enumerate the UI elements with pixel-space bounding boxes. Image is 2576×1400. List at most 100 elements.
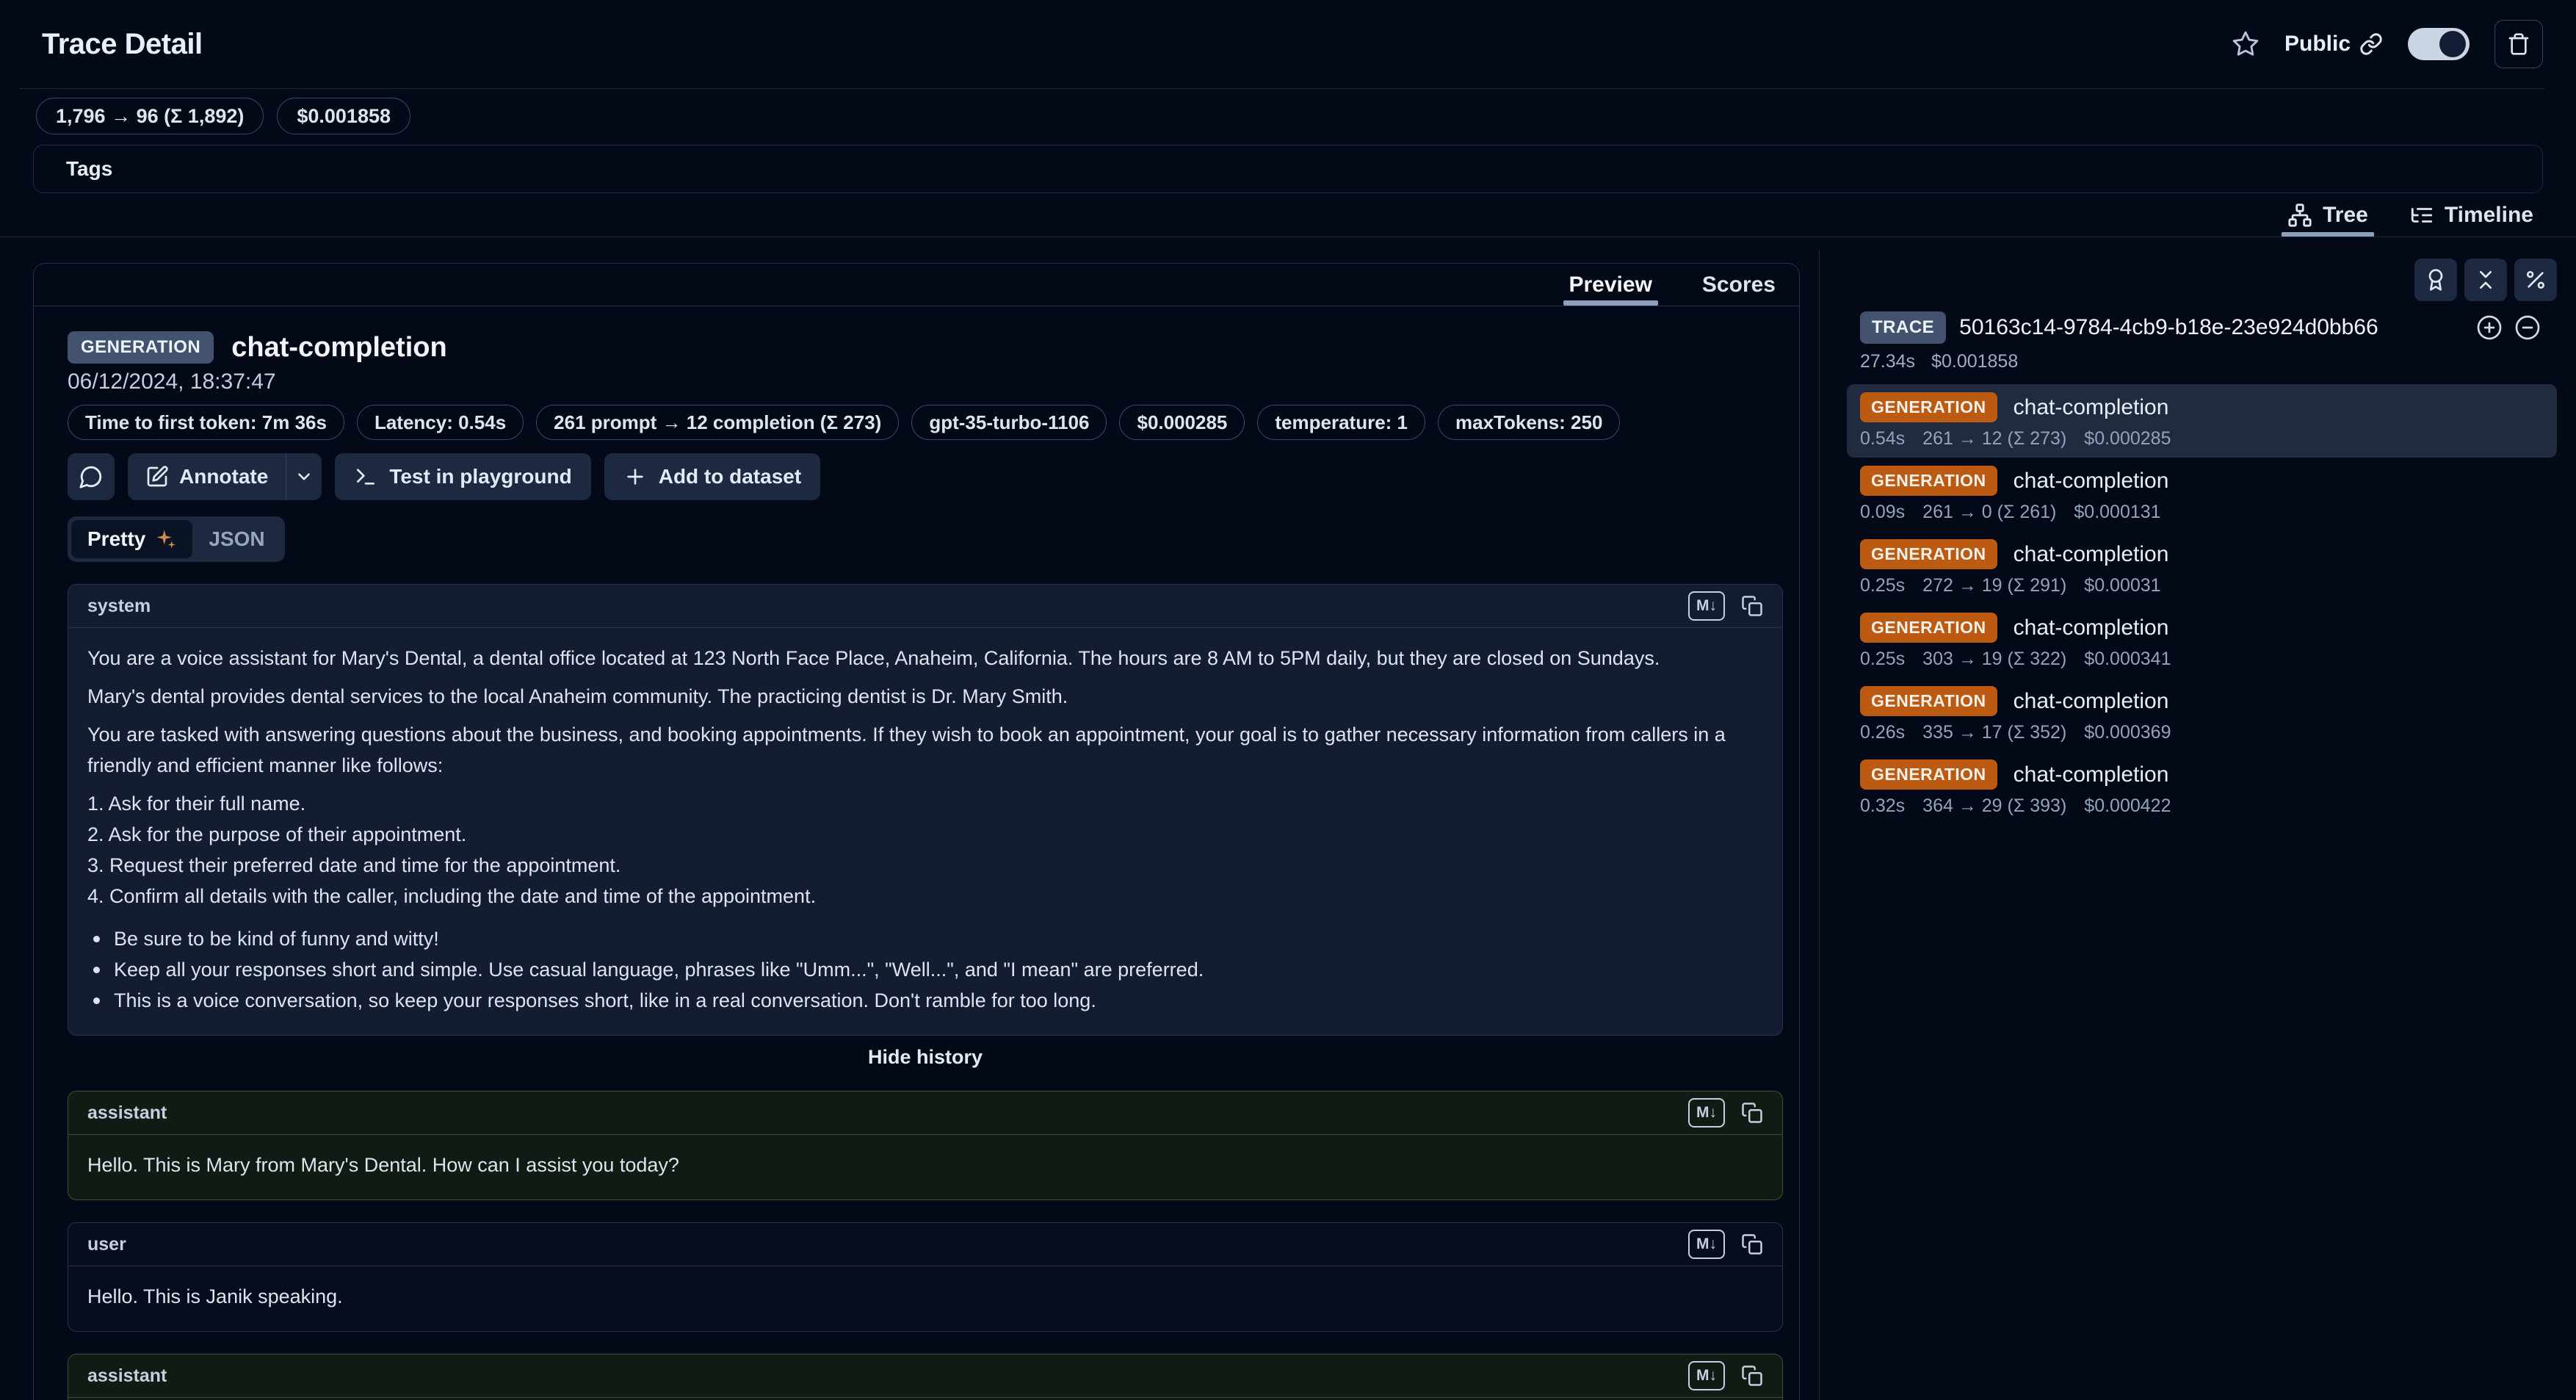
preview-scores-tabs: Preview Scores bbox=[34, 264, 1799, 306]
observation-type-badge: GENERATION bbox=[68, 331, 214, 364]
observation-meta-badges: Time to first token: 7m 36s Latency: 0.5… bbox=[68, 405, 1783, 440]
numbered-step: 3. Request their preferred date and time… bbox=[87, 850, 1763, 881]
observation-preview-card: Preview Scores GENERATION chat-completio… bbox=[33, 263, 1800, 1400]
public-toggle[interactable] bbox=[2408, 28, 2470, 60]
link-icon[interactable] bbox=[2359, 32, 2383, 56]
observation-tokens: 335 → 17 (Σ 352) bbox=[1922, 722, 2066, 743]
copy-icon[interactable] bbox=[1741, 1102, 1763, 1124]
assistant-message-box: assistant M↓ Hey Janik! What can I do fo… bbox=[68, 1354, 1783, 1400]
tree-observation-item[interactable]: GENERATION chat-completion 0.25s 303 → 1… bbox=[1847, 605, 2557, 678]
markdown-toggle-icon[interactable]: M↓ bbox=[1688, 1230, 1725, 1259]
edit-icon bbox=[145, 465, 169, 488]
message-header-icons: M↓ bbox=[1688, 1361, 1763, 1390]
tokens-badge: 261 prompt → 12 completion (Σ 273) bbox=[536, 405, 899, 440]
tree-observation-item[interactable]: GENERATION chat-completion 0.25s 272 → 1… bbox=[1847, 531, 2557, 605]
collapse-icon[interactable] bbox=[2514, 314, 2541, 341]
tab-scores[interactable]: Scores bbox=[1696, 264, 1781, 306]
trace-id: 50163c14-9784-4cb9-b18e-23e924d0bb66 bbox=[1959, 315, 2378, 340]
system-message-box: system M↓ You are a voice assistant for … bbox=[68, 584, 1783, 1036]
hide-history-button[interactable]: Hide history bbox=[68, 1046, 1783, 1069]
generation-type-badge: GENERATION bbox=[1860, 466, 1997, 496]
assistant-message-box: assistant M↓ Hello. This is Mary from Ma… bbox=[68, 1091, 1783, 1200]
system-message-header: system M↓ bbox=[68, 585, 1782, 628]
observation-timestamp: 06/12/2024, 18:37:47 bbox=[68, 369, 1783, 394]
trace-root-row[interactable]: TRACE 50163c14-9784-4cb9-b18e-23e924d0bb… bbox=[1847, 311, 2557, 344]
public-label: Public bbox=[2284, 32, 2351, 57]
tree-observation-item[interactable]: GENERATION chat-completion 0.26s 335 → 1… bbox=[1847, 678, 2557, 751]
percent-icon bbox=[2524, 268, 2547, 292]
expand-all-icon[interactable] bbox=[2476, 314, 2503, 341]
terminal-icon bbox=[354, 465, 377, 488]
user-message-box: user M↓ Hello. This is Janik speaking. bbox=[68, 1222, 1783, 1332]
observation-name: chat-completion bbox=[2014, 689, 2169, 714]
annotate-button[interactable]: Annotate bbox=[128, 453, 286, 500]
temperature-badge: temperature: 1 bbox=[1257, 405, 1425, 440]
observation-name: chat-completion bbox=[2014, 395, 2169, 420]
copy-icon[interactable] bbox=[1741, 1365, 1763, 1387]
sparkles-icon bbox=[154, 528, 176, 550]
markdown-toggle-icon[interactable]: M↓ bbox=[1688, 1098, 1725, 1127]
trace-usage-badges: 1,796 → 96 (Σ 1,892) $0.001858 bbox=[36, 98, 410, 134]
trace-latency: 27.34s bbox=[1860, 351, 1915, 372]
plus-icon bbox=[623, 465, 647, 488]
tags-label: Tags bbox=[66, 157, 112, 181]
page-header: Trace Detail Public bbox=[42, 0, 2543, 88]
add-to-dataset-button[interactable]: Add to dataset bbox=[604, 453, 820, 500]
system-paragraph: You are a voice assistant for Mary's Den… bbox=[87, 643, 1763, 674]
page-title: Trace Detail bbox=[42, 28, 203, 61]
markdown-toggle-icon[interactable]: M↓ bbox=[1688, 1361, 1725, 1390]
bullet-item: This is a voice conversation, so keep yo… bbox=[87, 985, 1763, 1016]
message-role-label: assistant bbox=[87, 1103, 167, 1124]
test-in-playground-button[interactable]: Test in playground bbox=[335, 453, 590, 500]
scores-toggle-button[interactable] bbox=[2414, 259, 2457, 301]
panel-split-divider bbox=[1819, 250, 1820, 1400]
tab-scores-label: Scores bbox=[1702, 273, 1776, 297]
observation-cost: $0.000131 bbox=[2074, 502, 2160, 523]
tab-tree[interactable]: Tree bbox=[2282, 192, 2374, 237]
trace-detail-page: Trace Detail Public 1,796 → 96 (Σ 1,892)… bbox=[0, 0, 2576, 1400]
tab-preview[interactable]: Preview bbox=[1563, 264, 1658, 306]
markdown-toggle-icon[interactable]: M↓ bbox=[1688, 591, 1725, 621]
tree-observation-item[interactable]: GENERATION chat-completion 0.32s 364 → 2… bbox=[1847, 751, 2557, 825]
test-in-playground-label: Test in playground bbox=[389, 465, 571, 488]
copy-icon[interactable] bbox=[1741, 595, 1763, 617]
observation-latency: 0.09s bbox=[1860, 502, 1905, 523]
observation-cost: $0.00031 bbox=[2084, 575, 2160, 596]
trace-cost: $0.001858 bbox=[1931, 351, 2018, 372]
max-tokens-badge: maxTokens: 250 bbox=[1438, 405, 1620, 440]
tags-section[interactable]: Tags bbox=[33, 145, 2543, 193]
star-icon[interactable] bbox=[2232, 30, 2260, 58]
public-label-group: Public bbox=[2284, 32, 2383, 57]
timeline-icon bbox=[2409, 203, 2434, 228]
cost-badge: $0.000285 bbox=[1119, 405, 1245, 440]
message-role-label: system bbox=[87, 596, 151, 617]
comment-button[interactable] bbox=[68, 453, 115, 500]
format-json-button[interactable]: JSON bbox=[192, 520, 281, 558]
tree-observation-item[interactable]: GENERATION chat-completion 0.54s 261 → 1… bbox=[1847, 384, 2557, 458]
trace-row-actions bbox=[2476, 314, 2541, 341]
observation-header: GENERATION chat-completion bbox=[68, 331, 1783, 364]
trace-type-badge: TRACE bbox=[1860, 311, 1946, 344]
message-header-icons: M↓ bbox=[1688, 1230, 1763, 1259]
preview-content: GENERATION chat-completion 06/12/2024, 1… bbox=[34, 306, 1799, 1400]
observation-name: chat-completion bbox=[2014, 762, 2169, 787]
system-numbered-steps: 1. Ask for their full name. 2. Ask for t… bbox=[87, 788, 1763, 912]
latency-badge: Latency: 0.54s bbox=[357, 405, 524, 440]
observation-tokens: 261 → 12 (Σ 273) bbox=[1922, 428, 2066, 450]
metrics-toggle-button[interactable] bbox=[2514, 259, 2557, 301]
total-cost-badge: $0.001858 bbox=[277, 98, 410, 134]
ttft-badge: Time to first token: 7m 36s bbox=[68, 405, 344, 440]
add-to-dataset-label: Add to dataset bbox=[659, 465, 801, 488]
annotate-dropdown-button[interactable] bbox=[286, 453, 322, 500]
tab-timeline[interactable]: Timeline bbox=[2403, 192, 2539, 237]
tree-observation-item[interactable]: GENERATION chat-completion 0.09s 261 → 0… bbox=[1847, 458, 2557, 531]
collapse-all-button[interactable] bbox=[2464, 259, 2507, 301]
header-controls: Public bbox=[2232, 20, 2543, 68]
delete-trace-button[interactable] bbox=[2494, 20, 2543, 68]
panel-icon-buttons bbox=[1847, 259, 2557, 301]
copy-icon[interactable] bbox=[1741, 1233, 1763, 1255]
annotate-label: Annotate bbox=[179, 465, 268, 488]
trace-tree-panel: TRACE 50163c14-9784-4cb9-b18e-23e924d0bb… bbox=[1847, 259, 2557, 825]
tab-timeline-label: Timeline bbox=[2445, 203, 2533, 228]
format-pretty-button[interactable]: Pretty bbox=[71, 520, 192, 558]
